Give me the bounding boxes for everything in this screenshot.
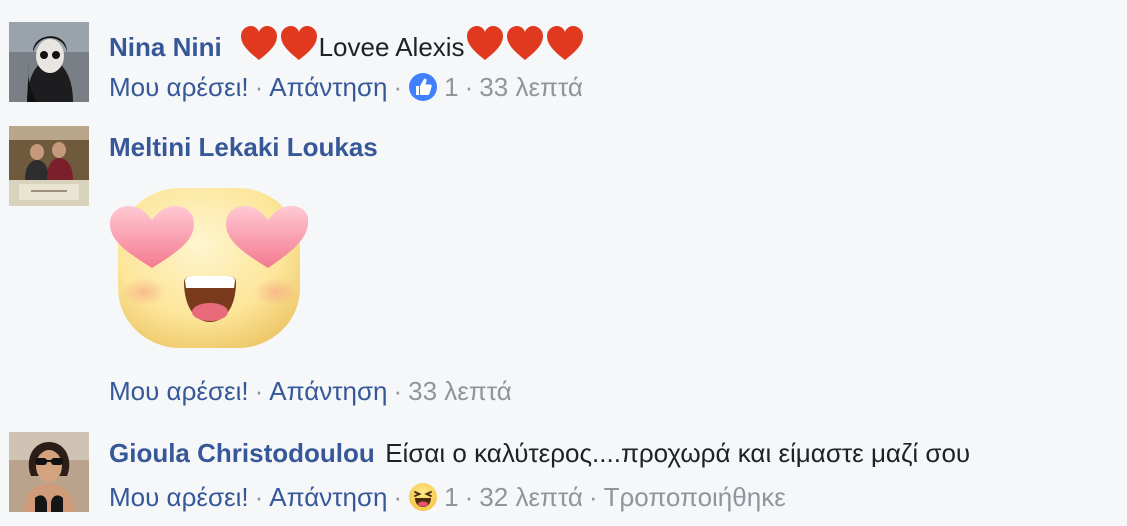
comment-author[interactable]: Gioula Christodoulou (109, 438, 375, 468)
reply-link[interactable]: Απάντηση (269, 376, 387, 406)
timestamp[interactable]: 33 λεπτά (479, 72, 583, 102)
separator: · (464, 72, 474, 102)
comment-text: Είσαι ο καλύτερος....προχωρά και είμαστε… (385, 438, 971, 468)
reaction-count[interactable]: 1 (444, 72, 458, 102)
avatar[interactable] (9, 126, 89, 206)
comment-author[interactable]: Meltini Lekaki Loukas (109, 132, 378, 162)
reply-link[interactable]: Απάντηση (269, 72, 387, 102)
separator: · (464, 482, 474, 512)
reaction-count[interactable]: 1 (444, 482, 458, 512)
like-icon[interactable] (408, 72, 438, 102)
like-link[interactable]: Μου αρέσει! (109, 482, 249, 512)
timestamp[interactable]: 33 λεπτά (408, 376, 512, 406)
reply-link[interactable]: Απάντηση (269, 482, 387, 512)
avatar[interactable] (9, 22, 89, 102)
heart-icon (240, 26, 277, 60)
comment-author[interactable]: Nina Nini (109, 32, 222, 62)
heart-eyes-sticker (110, 188, 308, 348)
timestamp[interactable]: 32 λεπτά (479, 482, 583, 512)
separator: · (393, 482, 403, 512)
haha-icon[interactable] (408, 482, 438, 512)
heart-icon (506, 26, 543, 60)
separator: · (254, 482, 264, 512)
edited-label[interactable]: Τροποποιήθηκε (604, 482, 786, 512)
separator: · (588, 482, 598, 512)
heart-icon (546, 26, 583, 60)
comment-text: Lovee Alexis (318, 32, 465, 62)
avatar[interactable] (9, 432, 89, 512)
separator: · (393, 376, 403, 406)
like-link[interactable]: Μου αρέσει! (109, 72, 249, 102)
separator: · (254, 376, 264, 406)
separator: · (393, 72, 403, 102)
heart-icon (280, 26, 317, 60)
heart-icon (466, 26, 503, 60)
like-link[interactable]: Μου αρέσει! (109, 376, 249, 406)
separator: · (254, 72, 264, 102)
